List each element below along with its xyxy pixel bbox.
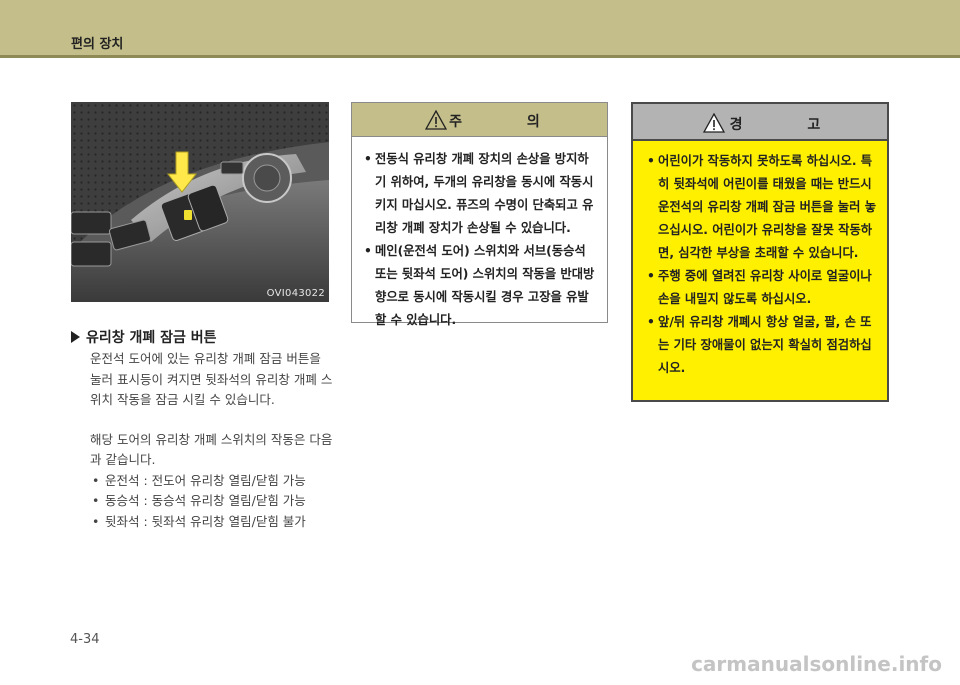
warning-box: 경 고 어린이가 작동하지 못하도록 하십시오. 특히 뒷좌석에 어린이를 태웠…	[631, 102, 889, 402]
body-paragraph-1: 운전석 도어에 있는 유리창 개폐 잠금 버튼을 눌러 표시등이 켜지면 뒷좌석…	[90, 351, 333, 407]
list-item: 전동식 유리창 개폐 장치의 손상을 방지하기 위하여, 두개의 유리창을 동시…	[362, 148, 597, 240]
list-item: 운전석 : 전도어 유리창 열림/닫힘 가능	[90, 471, 335, 492]
body-paragraph-2: 해당 도어의 유리창 개폐 스위치의 작동은 다음과 같습니다.	[90, 431, 333, 468]
door-switch-illustration	[71, 102, 329, 302]
warning-list: 어린이가 작동하지 못하도록 하십시오. 특히 뒷좌석에 어린이를 태웠을 때는…	[633, 141, 887, 380]
warning-header: 경 고	[633, 104, 887, 141]
header-divider	[0, 55, 960, 58]
warning-title: 경 고	[729, 117, 851, 133]
section-title: 유리창 개폐 잠금 버튼	[71, 327, 217, 347]
seat-behavior-list: 운전석 : 전도어 유리창 열림/닫힘 가능 동승석 : 동승석 유리창 열림/…	[90, 471, 335, 533]
list-item: 앞/뒤 유리창 개폐시 항상 얼굴, 팔, 손 또는 기타 장애물이 없는지 확…	[645, 311, 877, 380]
caution-list: 전동식 유리창 개폐 장치의 손상을 방지하기 위하여, 두개의 유리창을 동시…	[352, 137, 607, 332]
page-number: 4-34	[70, 632, 100, 647]
section-title-text: 유리창 개폐 잠금 버튼	[86, 330, 217, 346]
list-item: 동승석 : 동승석 유리창 열림/닫힘 가능	[90, 491, 335, 512]
caution-box: 주 의 전동식 유리창 개폐 장치의 손상을 방지하기 위하여, 두개의 유리창…	[351, 102, 608, 327]
watermark: carmanualsonline.info	[691, 652, 942, 676]
figure-code: OVI043022	[266, 288, 325, 299]
list-item: 메인(운전석 도어) 스위치와 서브(동승석 또는 뒷좌석 도어) 스위치의 작…	[362, 240, 597, 332]
section-body: 운전석 도어에 있는 유리창 개폐 잠금 버튼을 눌러 표시등이 켜지면 뒷좌석…	[90, 349, 335, 532]
caution-header: 주 의	[352, 103, 607, 137]
page-header-title: 편의 장치	[71, 37, 124, 52]
caution-title: 주 의	[449, 114, 570, 130]
list-item: 주행 중에 열려진 유리창 사이로 얼굴이나 손을 내밀지 않도록 하십시오.	[645, 265, 877, 311]
header-band	[0, 0, 960, 55]
triangle-right-icon	[71, 331, 80, 343]
list-item: 어린이가 작동하지 못하도록 하십시오. 특히 뒷좌석에 어린이를 태웠을 때는…	[645, 150, 877, 265]
window-lock-button-photo: OVI043022	[71, 102, 329, 302]
list-item: 뒷좌석 : 뒷좌석 유리창 열림/닫힘 불가	[90, 512, 335, 533]
